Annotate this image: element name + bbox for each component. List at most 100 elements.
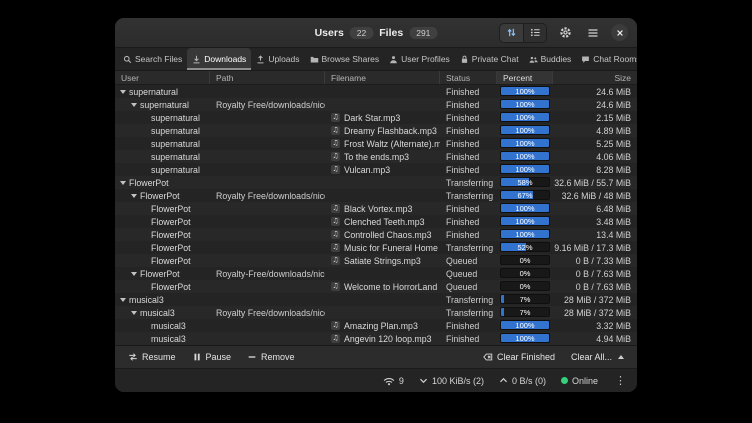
column-header-status[interactable]: Status — [440, 71, 497, 84]
transfer-row[interactable]: FlowerPot ♫ Music for Funeral Home - Par… — [115, 241, 637, 254]
size-cell: 0 B / 7.63 MiB — [553, 267, 637, 280]
tab-private-chat[interactable]: Private Chat — [455, 48, 524, 70]
clear-all-menu-button[interactable]: Clear All... — [564, 350, 631, 364]
filename-text: To the ends.mp3 — [344, 152, 409, 162]
status-cell: Finished — [440, 215, 497, 228]
transfer-row[interactable]: FlowerPot Royalty-Free/downloads/nicoti … — [115, 267, 637, 280]
status-cell: Transferring — [440, 306, 497, 319]
main-menu-button[interactable] — [583, 23, 603, 43]
user-cell: FlowerPot — [115, 254, 210, 267]
transfer-row[interactable]: FlowerPot Transferring 58% 32.6 MiB / 55… — [115, 176, 637, 189]
path-cell — [210, 137, 325, 150]
expander-icon[interactable] — [131, 194, 137, 198]
clear-finished-button[interactable]: Clear Finished — [476, 350, 562, 364]
user-cell: FlowerPot — [115, 228, 210, 241]
transfer-row[interactable]: supernatural ♫ To the ends.mp3 Finished … — [115, 150, 637, 163]
path-cell — [210, 215, 325, 228]
size-cell: 5.25 MiB — [553, 137, 637, 150]
progress-label: 100% — [501, 152, 549, 160]
transfer-row[interactable]: supernatural ♫ Dreamy Flashback.mp3 Fini… — [115, 124, 637, 137]
close-window-button[interactable] — [611, 24, 628, 41]
transfer-row[interactable]: musical3 ♫ Amazing Plan.mp3 Finished 100… — [115, 319, 637, 332]
expander-icon[interactable] — [120, 90, 126, 94]
online-label: Online — [572, 376, 598, 386]
column-header-filename[interactable]: Filename — [325, 71, 440, 84]
progress-bar: 100% — [500, 151, 550, 161]
connections-status[interactable]: 9 — [383, 376, 404, 386]
transfer-row[interactable]: musical3 Royalty Free/downloads/nicoti T… — [115, 306, 637, 319]
transfer-row[interactable]: FlowerPot ♫ Satiate Strings.mp3 Queued 0… — [115, 254, 637, 267]
tab-user-profiles[interactable]: User Profiles — [384, 48, 455, 70]
path-cell — [210, 254, 325, 267]
transfer-row[interactable]: FlowerPot ♫ Welcome to HorrorLand - hi.m… — [115, 280, 637, 293]
transfer-row[interactable]: supernatural Royalty Free/downloads/nico… — [115, 98, 637, 111]
transfers-view-toggle[interactable] — [500, 24, 523, 42]
list-view-toggle[interactable] — [523, 24, 546, 42]
upload-rate-text: 0 B/s (0) — [512, 376, 546, 386]
remove-button[interactable]: Remove — [240, 350, 302, 364]
tab-chat-rooms[interactable]: Chat Rooms — [576, 48, 637, 70]
path-cell — [210, 150, 325, 163]
user-name: supernatural — [151, 165, 200, 175]
transfer-row[interactable]: supernatural Finished 100% 24.6 MiB — [115, 85, 637, 98]
filename-cell: ♫ Dreamy Flashback.mp3 — [325, 124, 440, 137]
download-rate-status[interactable]: 100 KiB/s (2) — [419, 376, 484, 386]
transfer-row[interactable]: musical3 Transferring 7% 28 MiB / 372 Mi… — [115, 293, 637, 306]
music-note-icon: ♫ — [331, 165, 340, 174]
tab-browse-shares[interactable]: Browse Shares — [305, 48, 385, 70]
status-cell: Transferring — [440, 293, 497, 306]
user-name: FlowerPot — [140, 269, 180, 279]
statusbar-menu-button[interactable]: ⋮ — [613, 374, 628, 387]
percent-cell: 100% — [497, 319, 553, 332]
user-name: FlowerPot — [151, 243, 191, 253]
resume-button[interactable]: Resume — [121, 350, 183, 364]
column-header-percent[interactable]: Percent — [497, 71, 553, 84]
transfer-row[interactable]: FlowerPot ♫ Black Vortex.mp3 Finished 10… — [115, 202, 637, 215]
user-name: musical3 — [151, 334, 186, 344]
tab-buddies[interactable]: Buddies — [524, 48, 577, 70]
column-header-path[interactable]: Path — [210, 71, 325, 84]
chat-icon — [581, 55, 590, 64]
transfer-row[interactable]: FlowerPot ♫ Controlled Chaos.mp3 Finishe… — [115, 228, 637, 241]
size-cell: 2.15 MiB — [553, 111, 637, 124]
filename-cell: ♫ Satiate Strings.mp3 — [325, 254, 440, 267]
expander-icon[interactable] — [131, 311, 137, 315]
pause-button[interactable]: Pause — [185, 350, 239, 364]
column-header-size[interactable]: Size — [553, 71, 637, 84]
user-name: FlowerPot — [151, 230, 191, 240]
progress-label: 100% — [501, 139, 549, 147]
transfer-row[interactable]: FlowerPot Royalty Free/downloads/nicoti … — [115, 189, 637, 202]
progress-label: 100% — [501, 126, 549, 134]
users-count-badge: 22 — [350, 27, 373, 39]
transfer-row[interactable]: musical3 ♫ Angevin 120 loop.mp3 Finished… — [115, 332, 637, 345]
size-cell: 28 MiB / 372 MiB — [553, 306, 637, 319]
transfer-row[interactable]: supernatural ♫ Dark Star.mp3 Finished 10… — [115, 111, 637, 124]
column-header-row: User Path Filename Status Percent Size — [115, 71, 637, 85]
filename-cell: ♫ To the ends.mp3 — [325, 150, 440, 163]
expander-icon[interactable] — [120, 298, 126, 302]
music-note-icon: ♫ — [331, 113, 340, 122]
transfer-row[interactable]: FlowerPot ♫ Clenched Teeth.mp3 Finished … — [115, 215, 637, 228]
upload-rate-status[interactable]: 0 B/s (0) — [499, 376, 546, 386]
expander-icon[interactable] — [120, 181, 126, 185]
tab-uploads[interactable]: Uploads — [251, 48, 304, 70]
music-note-icon: ♫ — [331, 334, 340, 343]
expander-icon[interactable] — [131, 272, 137, 276]
expander-icon[interactable] — [131, 103, 137, 107]
size-cell: 3.32 MiB — [553, 319, 637, 332]
wifi-icon — [383, 376, 395, 386]
preferences-button[interactable] — [555, 23, 575, 43]
column-header-user[interactable]: User — [115, 71, 210, 84]
filename-cell: ♫ Black Vortex.mp3 — [325, 202, 440, 215]
status-cell: Queued — [440, 267, 497, 280]
path-cell — [210, 124, 325, 137]
path-cell: Royalty Free/downloads/nicoti — [210, 306, 325, 319]
tab-search-files[interactable]: Search Files — [118, 48, 187, 70]
filename-cell: ♫ Dark Star.mp3 — [325, 111, 440, 124]
status-cell: Finished — [440, 228, 497, 241]
tab-downloads[interactable]: Downloads — [187, 48, 251, 70]
transfer-row[interactable]: supernatural ♫ Vulcan.mp3 Finished 100% … — [115, 163, 637, 176]
size-cell: 13.4 MiB — [553, 228, 637, 241]
transfer-row[interactable]: supernatural ♫ Frost Waltz (Alternate).m… — [115, 137, 637, 150]
online-status[interactable]: Online — [561, 376, 598, 386]
